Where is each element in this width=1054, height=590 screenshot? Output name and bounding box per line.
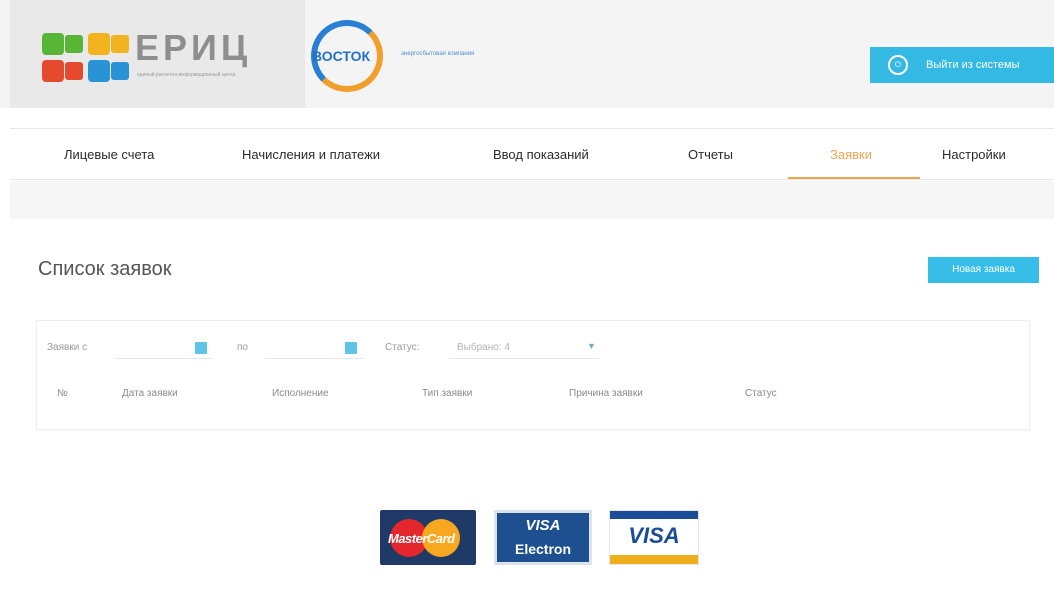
header: ЕРИЦ единый расчетно-информационный цент… — [0, 0, 1054, 108]
visa-band-bottom — [610, 555, 698, 564]
visa-band-top — [610, 511, 698, 519]
visa-logo: VISA — [609, 510, 699, 565]
logo-tile-yellow — [88, 33, 110, 55]
chevron-down-icon[interactable]: ▼ — [587, 341, 596, 351]
status-label: Статус: — [385, 342, 420, 353]
visa-electron-logo: VISA Electron — [494, 510, 592, 565]
exit-icon: ⏻ — [888, 55, 908, 75]
status-select[interactable]: Выбрано: 4 — [449, 337, 599, 359]
column-header-status[interactable]: Статус — [745, 388, 777, 399]
column-header-number[interactable]: № — [57, 388, 68, 399]
mastercard-logo: MasterCard — [380, 510, 476, 565]
logo-tile-yellow-2 — [111, 35, 129, 53]
exit-button-label: Выйти из системы — [926, 59, 1020, 71]
filter-panel: Заявки с по Статус: Выбрано: 4 ▼ № Дата … — [36, 320, 1030, 430]
logo-title: ЕРИЦ — [135, 27, 252, 68]
partner-logo: ВОСТОК — [312, 48, 371, 64]
logo-tile-blue — [88, 60, 110, 82]
logo-tile-green-2 — [65, 35, 83, 53]
logo-tile-green — [42, 33, 64, 55]
new-request-button[interactable]: Новая заявка — [928, 257, 1039, 283]
nav-item-readings[interactable]: Ввод показаний — [493, 129, 589, 181]
logo-tile-red-2 — [65, 62, 83, 80]
date-from-label: Заявки с — [47, 342, 88, 353]
content-divider — [10, 181, 1054, 219]
calendar-icon[interactable] — [345, 342, 357, 354]
active-tab-indicator — [788, 177, 920, 179]
calendar-icon[interactable] — [195, 342, 207, 354]
nav-item-settings[interactable]: Настройки — [942, 129, 1006, 181]
logo-subtitle: единый расчетно-информационный центр — [137, 72, 236, 78]
column-header-date[interactable]: Дата заявки — [122, 388, 178, 399]
partner-subtitle: энергосбытовая компания — [401, 51, 475, 57]
nav-item-accounts[interactable]: Лицевые счета — [64, 129, 154, 181]
exit-button[interactable]: ⏻ Выйти из системы — [870, 47, 1054, 83]
nav-item-requests[interactable]: Заявки — [830, 129, 872, 181]
nav-item-charges[interactable]: Начисления и платежи — [242, 129, 380, 181]
date-to-label: по — [237, 342, 248, 353]
column-header-type[interactable]: Тип заявки — [422, 388, 472, 399]
visa-electron-bottom-label: Electron — [514, 541, 571, 557]
column-header-execution[interactable]: Исполнение — [272, 388, 329, 399]
logo-tile-blue-2 — [111, 62, 129, 80]
nav-item-reports[interactable]: Отчеты — [688, 129, 733, 181]
visa-electron-top-label: VISA — [525, 517, 561, 534]
main-nav: Лицевые счета Начисления и платежи Ввод … — [10, 128, 1054, 180]
mastercard-label: MasterCard — [388, 531, 455, 546]
logo-tile-red — [42, 60, 64, 82]
visa-label: VISA — [628, 523, 680, 548]
column-header-reason[interactable]: Причина заявки — [569, 388, 643, 399]
page-title: Список заявок — [38, 258, 172, 280]
